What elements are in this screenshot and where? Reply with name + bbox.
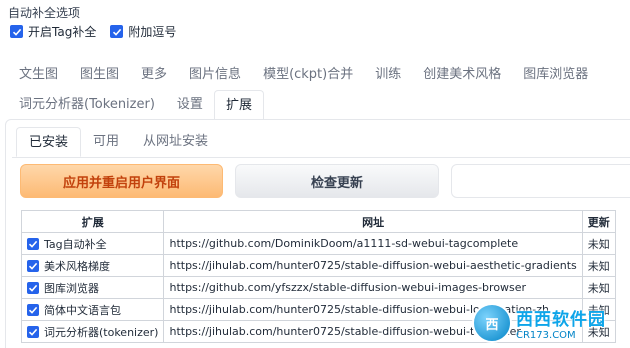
- tab-train[interactable]: 训练: [364, 62, 412, 88]
- extension-url[interactable]: https://jihulab.com/hunter0725/stable-di…: [163, 254, 583, 277]
- tab-extensions[interactable]: 扩展: [213, 90, 264, 120]
- enabled-checkbox[interactable]: [27, 303, 39, 316]
- sub-tabs-divider: [12, 157, 630, 158]
- extension-name: 美术风格梯度: [44, 259, 110, 273]
- apply-and-restart-button[interactable]: 应用并重启用户界面: [20, 164, 223, 198]
- tab-settings[interactable]: 设置: [166, 92, 214, 118]
- column-header-update: 更新: [581, 210, 616, 233]
- tab-extras[interactable]: 更多: [130, 62, 178, 88]
- table-row: 图库浏览器 https://github.com/yfszzx/stable-d…: [20, 276, 616, 299]
- tab-installed[interactable]: 已安装: [16, 127, 82, 157]
- extension-name: Tag自动补全: [44, 237, 107, 251]
- tab-available[interactable]: 可用: [81, 127, 131, 157]
- tab-image-browser[interactable]: 图库浏览器: [512, 62, 599, 88]
- check-updates-button[interactable]: 检查更新: [235, 164, 439, 198]
- table-header-row: 扩展 网址 更新: [20, 210, 616, 233]
- update-status: 未知: [581, 254, 616, 277]
- column-header-url: 网址: [163, 210, 583, 233]
- checkbox-checked-icon: [110, 25, 124, 38]
- tab-checkpoint-merger[interactable]: 模型(ckpt)合并: [252, 62, 364, 88]
- enabled-checkbox[interactable]: [27, 237, 39, 250]
- extension-url[interactable]: https://github.com/DominikDoom/a1111-sd-…: [163, 232, 583, 255]
- tab-txt2img[interactable]: 文生图: [8, 62, 69, 88]
- autocomplete-section-title: 自动补全选项: [8, 6, 81, 20]
- enabled-checkbox[interactable]: [27, 325, 39, 338]
- extension-name: 图库浏览器: [44, 281, 99, 295]
- enabled-checkbox[interactable]: [27, 259, 39, 272]
- update-status: 未知: [581, 276, 616, 299]
- checkbox-label: 开启Tag补全: [28, 25, 97, 39]
- table-row: Tag自动补全 https://github.com/DominikDoom/a…: [20, 232, 616, 255]
- update-status: 未知: [581, 232, 616, 255]
- status-box: [451, 164, 630, 198]
- watermark-domain: CR173.COM: [516, 330, 576, 341]
- checkbox-checked-icon: [10, 25, 23, 38]
- watermark-brand: 西西软件园: [516, 310, 606, 330]
- tab-install-from-url[interactable]: 从网址安装: [131, 127, 220, 157]
- extension-name: 简体中文语言包: [44, 303, 121, 317]
- extension-url[interactable]: https://github.com/yfszzx/stable-diffusi…: [163, 276, 583, 299]
- checkbox-label: 附加逗号: [128, 25, 177, 39]
- enabled-checkbox[interactable]: [27, 281, 39, 294]
- tab-png-info[interactable]: 图片信息: [178, 62, 252, 88]
- table-row: 美术风格梯度 https://jihulab.com/hunter0725/st…: [20, 254, 616, 277]
- main-tabs-row-1: 文生图 图生图 更多 图片信息 模型(ckpt)合并 训练 创建美术风格 图库浏…: [8, 62, 599, 88]
- tab-tokenizer[interactable]: 词元分析器(Tokenizer): [8, 92, 166, 118]
- enable-tag-autocomplete-checkbox[interactable]: 开启Tag补全: [10, 23, 96, 40]
- column-header-extension: 扩展: [20, 210, 165, 233]
- extensions-sub-tabs: 已安装 可用 从网址安装: [16, 127, 220, 157]
- main-tabs-row-2: 词元分析器(Tokenizer) 设置 扩展: [8, 90, 264, 120]
- tab-create-aesthetic[interactable]: 创建美术风格: [412, 62, 512, 88]
- autocomplete-options: 开启Tag补全 附加逗号: [10, 23, 176, 40]
- watermark-logo-icon: 西: [472, 303, 512, 343]
- extension-name: 词元分析器(tokenizer): [44, 325, 159, 339]
- append-comma-checkbox[interactable]: 附加逗号: [110, 23, 176, 40]
- tab-img2img[interactable]: 图生图: [69, 62, 130, 88]
- site-watermark: 西 西西软件园 CR173.COM: [472, 300, 630, 346]
